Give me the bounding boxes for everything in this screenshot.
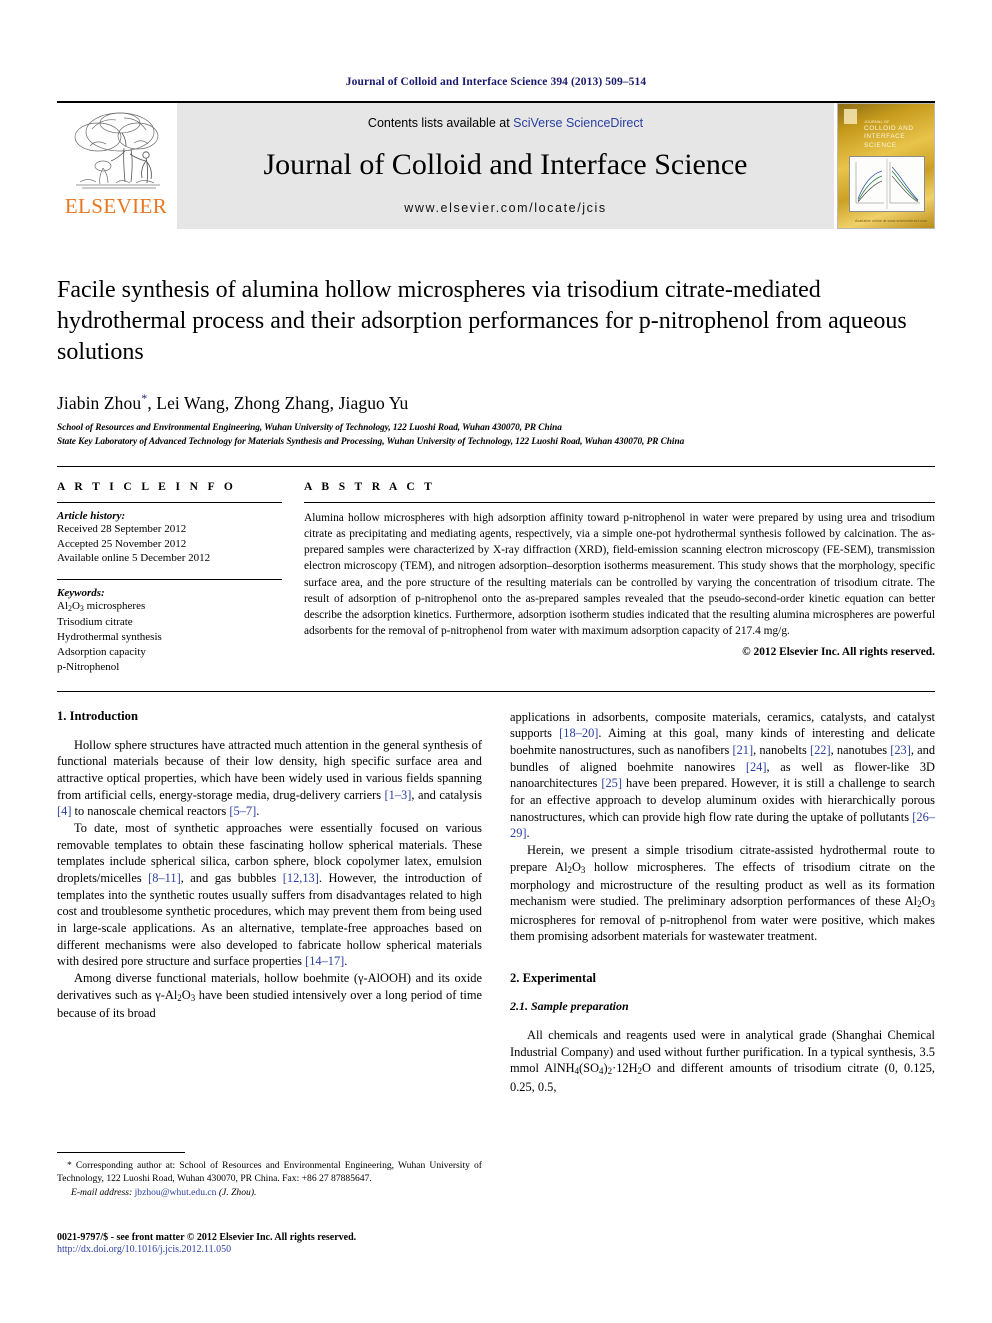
- running-head: Journal of Colloid and Interface Science…: [345, 76, 647, 88]
- citation-link[interactable]: [25]: [601, 776, 622, 790]
- citation-link[interactable]: [8–11]: [148, 871, 181, 885]
- body-column-right: applications in adsorbents, composite ma…: [510, 709, 935, 1096]
- author-others: , Lei Wang, Zhong Zhang, Jiaguo Yu: [147, 392, 409, 413]
- citation-link[interactable]: [1–3]: [385, 788, 412, 802]
- citation-link[interactable]: [24]: [746, 760, 767, 774]
- paragraph-text: .: [256, 804, 260, 819]
- section-heading-introduction: 1. Introduction: [57, 708, 138, 723]
- paragraph-text: to nanoscale chemical reactors: [71, 804, 230, 819]
- keyword-item: Hydrothermal synthesis: [57, 630, 162, 643]
- paragraph-text: .: [344, 954, 348, 969]
- cover-chart-figure: [849, 156, 925, 212]
- paragraph: All chemicals and reagents used were in …: [510, 1027, 935, 1094]
- article-history-label: Article history:: [57, 509, 126, 522]
- keyword-item: Adsorption capacity: [57, 645, 146, 658]
- article-info-column: A R T I C L E I N F O Article history: R…: [57, 481, 304, 675]
- doi-link[interactable]: http://dx.doi.org/10.1016/j.jcis.2012.11…: [57, 1244, 517, 1255]
- journal-url[interactable]: www.elsevier.com/locate/jcis: [404, 201, 607, 215]
- paragraph: applications in adsorbents, composite ma…: [510, 709, 935, 842]
- email-link[interactable]: jbzhou@whut.edu.cn: [135, 1187, 217, 1198]
- affiliation-2: State Key Laboratory of Advanced Technol…: [57, 436, 685, 447]
- paragraph-text: , and catalysis: [411, 787, 482, 802]
- footnote-email-line: E-mail address: jbzhou@whut.edu.cn (J. Z…: [57, 1187, 482, 1198]
- elsevier-wordmark: ELSEVIER: [64, 194, 168, 218]
- keywords-label: Keywords:: [57, 586, 105, 599]
- paragraph: Herein, we present a simple trisodium ci…: [510, 842, 935, 944]
- section-heading-experimental: 2. Experimental: [510, 970, 597, 985]
- journal-masthead: ELSEVIER Contents lists available at Sci…: [57, 101, 935, 229]
- cover-journal-title: JOURNAL OF COLLOID AND INTERFACE SCIENCE: [864, 120, 929, 151]
- corresponding-author-footnote: * Corresponding author at: School of Res…: [57, 1152, 482, 1198]
- article-info-heading: A R T I C L E I N F O: [57, 480, 237, 493]
- article-page: Journal of Colloid and Interface Science…: [0, 0, 992, 1323]
- title-block: Facile synthesis of alumina hollow micro…: [57, 229, 935, 449]
- body-columns: 1. Introduction Hollow sphere structures…: [57, 690, 935, 1096]
- cover-chart-svg: [855, 159, 920, 209]
- citation-link[interactable]: [12,13]: [283, 871, 319, 885]
- paragraph: Hollow sphere structures have attracted …: [57, 737, 482, 820]
- author-corresponding: Jiabin Zhou: [57, 392, 142, 413]
- contents-lists-line: Contents lists available at SciVerse Sci…: [368, 116, 643, 130]
- journal-banner: Contents lists available at SciVerse Sci…: [177, 103, 834, 229]
- article-accepted: Accepted 25 November 2012: [57, 537, 187, 550]
- email-suffix: (J. Zhou).: [216, 1187, 257, 1199]
- abstract-column: A B S T R A C T Alumina hollow microsphe…: [304, 481, 935, 675]
- page-footer: 0021-9797/$ - see front matter © 2012 El…: [57, 1232, 517, 1255]
- paragraph-text: , nanotubes: [830, 742, 891, 757]
- affiliation-1: School of Resources and Environmental En…: [57, 423, 562, 434]
- paragraph: To date, most of synthetic approaches we…: [57, 820, 482, 970]
- paragraph-text: .: [526, 826, 530, 841]
- citation-link[interactable]: [18–20]: [559, 726, 598, 740]
- sciencedirect-link[interactable]: SciVerse ScienceDirect: [513, 116, 643, 130]
- cover-elsevier-mark: [844, 109, 857, 124]
- elsevier-tree-icon: [74, 112, 160, 189]
- citation-link[interactable]: [23]: [890, 743, 911, 757]
- citation-link[interactable]: [21]: [732, 743, 753, 757]
- footnote-rule: [57, 1152, 185, 1153]
- paragraph-text: . However, the introduction of templates…: [57, 870, 482, 969]
- section-heading-sample-preparation: 2.1. Sample preparation: [510, 998, 629, 1013]
- info-abstract-section: A R T I C L E I N F O Article history: R…: [57, 465, 935, 675]
- paragraph-text: , and gas bubbles: [180, 870, 283, 885]
- abstract-heading: A B S T R A C T: [304, 480, 436, 493]
- abstract-text: Alumina hollow microspheres with high ad…: [304, 511, 935, 638]
- contents-prefix: Contents lists available at: [367, 116, 514, 130]
- citation-link[interactable]: [4]: [57, 804, 71, 818]
- article-received: Received 28 September 2012: [57, 522, 187, 535]
- front-matter-line: 0021-9797/$ - see front matter © 2012 El…: [57, 1232, 357, 1243]
- paragraph-text: , nanobelts: [753, 742, 810, 757]
- article-available-online: Available online 5 December 2012: [57, 552, 211, 565]
- citation-link[interactable]: [22]: [810, 743, 831, 757]
- cover-footer-text: Available online at www.sciencedirect.co…: [855, 219, 927, 223]
- citation-link[interactable]: [14–17]: [305, 954, 344, 968]
- journal-cover-thumbnail: JOURNAL OF COLLOID AND INTERFACE SCIENCE: [837, 103, 935, 229]
- page-title: Facile synthesis of alumina hollow micro…: [57, 277, 907, 366]
- elsevier-logo: ELSEVIER: [57, 103, 175, 229]
- abstract-copyright: © 2012 Elsevier Inc. All rights reserved…: [742, 646, 935, 659]
- footnote-text: * Corresponding author at: School of Res…: [57, 1160, 482, 1185]
- citation-link[interactable]: [5–7]: [229, 804, 256, 818]
- journal-title: Journal of Colloid and Interface Science: [263, 147, 748, 181]
- keyword-item: Trisodium citrate: [57, 615, 133, 628]
- author-list: Jiabin Zhou*, Lei Wang, Zhong Zhang, Jia…: [57, 391, 935, 414]
- keyword-item: p-Nitrophenol: [57, 660, 120, 673]
- keyword-item: Al2O3 microspheres: [57, 599, 146, 613]
- cover-title-text: COLLOID AND INTERFACE SCIENCE: [864, 124, 914, 150]
- paragraph: Among diverse functional materials, holl…: [57, 970, 482, 1020]
- email-label: E-mail address:: [71, 1187, 133, 1199]
- abstract-rule: [304, 501, 935, 503]
- article-info-rule: [57, 501, 282, 503]
- body-column-left: 1. Introduction Hollow sphere structures…: [57, 709, 482, 1096]
- keywords-rule: [57, 578, 282, 580]
